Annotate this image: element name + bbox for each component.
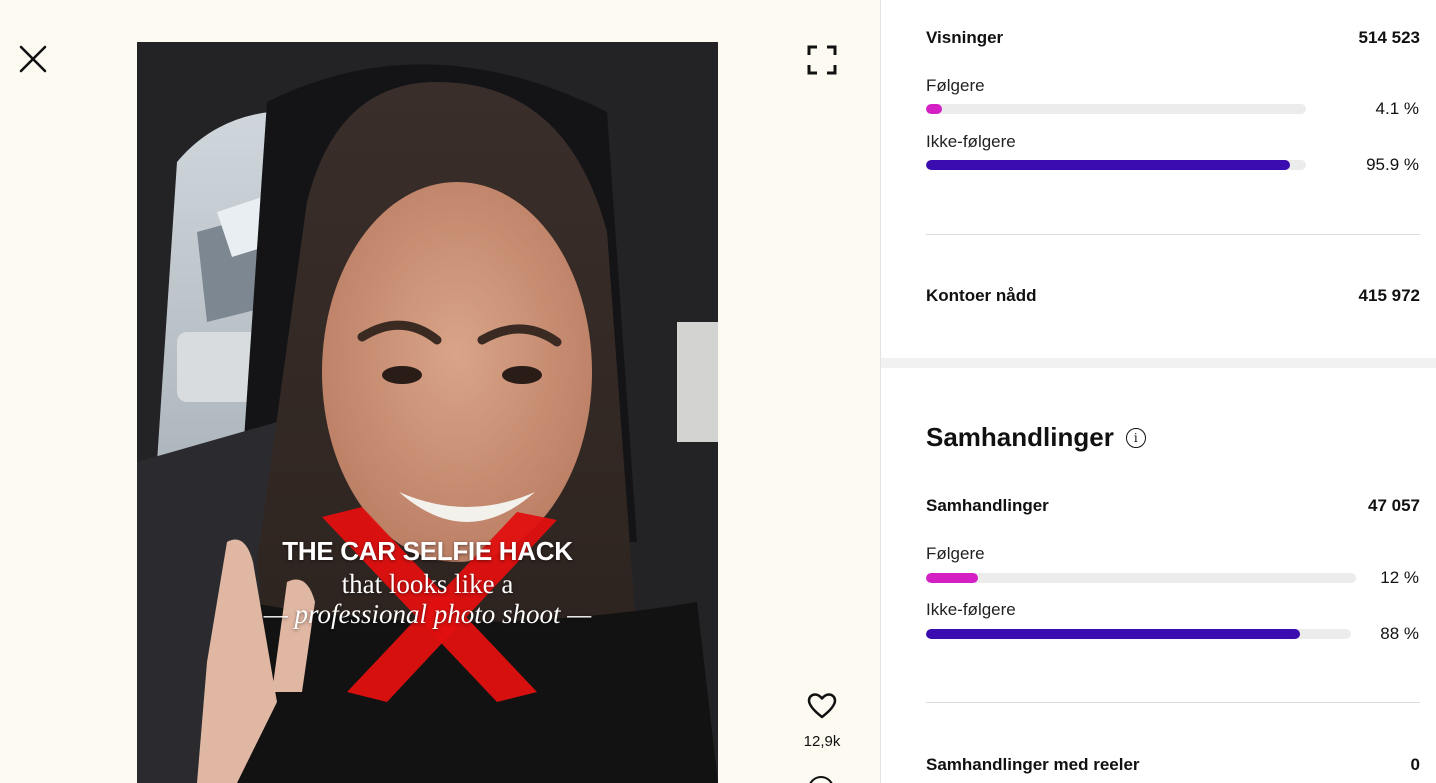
interactions-section-title: Samhandlinger i: [926, 422, 1146, 453]
interactions-nonfollowers-label: Ikke-følgere: [926, 600, 1016, 619]
comment-icon[interactable]: [808, 776, 834, 783]
interactions-total-value: 47 057: [1368, 496, 1420, 515]
views-followers-pct: 4.1 %: [1375, 99, 1419, 118]
reach-value: 415 972: [1358, 286, 1420, 305]
reel-interactions-value: 0: [1410, 755, 1420, 774]
overlay-subtitle: that looks like a: [341, 569, 514, 599]
reach-row: Kontoer nådd 415 972: [926, 286, 1420, 306]
divider: [926, 234, 1420, 235]
fullscreen-button[interactable]: [802, 40, 842, 80]
views-nonfollowers-bar-fill: [926, 160, 1291, 170]
views-nonfollowers-pct: 95.9 %: [1366, 155, 1419, 174]
video-frame: [137, 42, 718, 783]
views-followers-label: Følgere: [926, 76, 985, 95]
video-caption-overlay: THE CAR SELFIE HACK that looks like a — …: [137, 536, 718, 629]
views-nonfollowers-bar: [926, 160, 1306, 170]
views-nonfollowers-label: Ikke-følgere: [926, 132, 1016, 151]
interactions-followers-bar: [926, 573, 1356, 583]
overlay-title: THE CAR SELFIE HACK: [282, 536, 573, 566]
reel-video[interactable]: THE CAR SELFIE HACK that looks like a — …: [137, 42, 718, 783]
heart-icon: [807, 693, 837, 719]
like-count: 12,9k: [803, 733, 841, 750]
like-button[interactable]: [800, 688, 844, 724]
info-icon[interactable]: i: [1125, 427, 1146, 448]
reach-label: Kontoer nådd: [926, 286, 1037, 305]
reel-interactions-label: Samhandlinger med reeler: [926, 755, 1140, 774]
views-label: Visninger: [926, 28, 1004, 47]
interactions-total-row: Samhandlinger 47 057: [926, 496, 1420, 516]
views-row: Visninger 514 523: [926, 28, 1420, 48]
interactions-followers-bar-fill: [926, 573, 978, 583]
interactions-nonfollowers-pct: 88 %: [1380, 624, 1419, 643]
section-separator: [881, 358, 1436, 368]
views-followers-bar: [926, 104, 1306, 114]
interactions-followers-label: Følgere: [926, 544, 985, 563]
interactions-nonfollowers-bar-fill: [926, 629, 1300, 639]
media-viewer: THE CAR SELFIE HACK that looks like a — …: [0, 0, 880, 783]
divider: [926, 702, 1420, 703]
overlay-subtitle-italic: — professional photo shoot —: [263, 599, 592, 629]
interactions-total-label: Samhandlinger: [926, 496, 1049, 515]
reel-interactions-row: Samhandlinger med reeler 0: [926, 755, 1420, 775]
views-value: 514 523: [1358, 28, 1420, 47]
interactions-nonfollowers-bar: [926, 629, 1351, 639]
close-icon: [19, 45, 47, 73]
expand-icon: [807, 45, 837, 75]
insights-panel: Visninger 514 523 Følgere 4.1 % Ikke-føl…: [880, 0, 1436, 783]
close-button[interactable]: [14, 40, 52, 78]
views-followers-bar-fill: [926, 104, 942, 114]
interactions-followers-pct: 12 %: [1380, 568, 1419, 587]
interactions-title-text: Samhandlinger: [926, 422, 1114, 452]
